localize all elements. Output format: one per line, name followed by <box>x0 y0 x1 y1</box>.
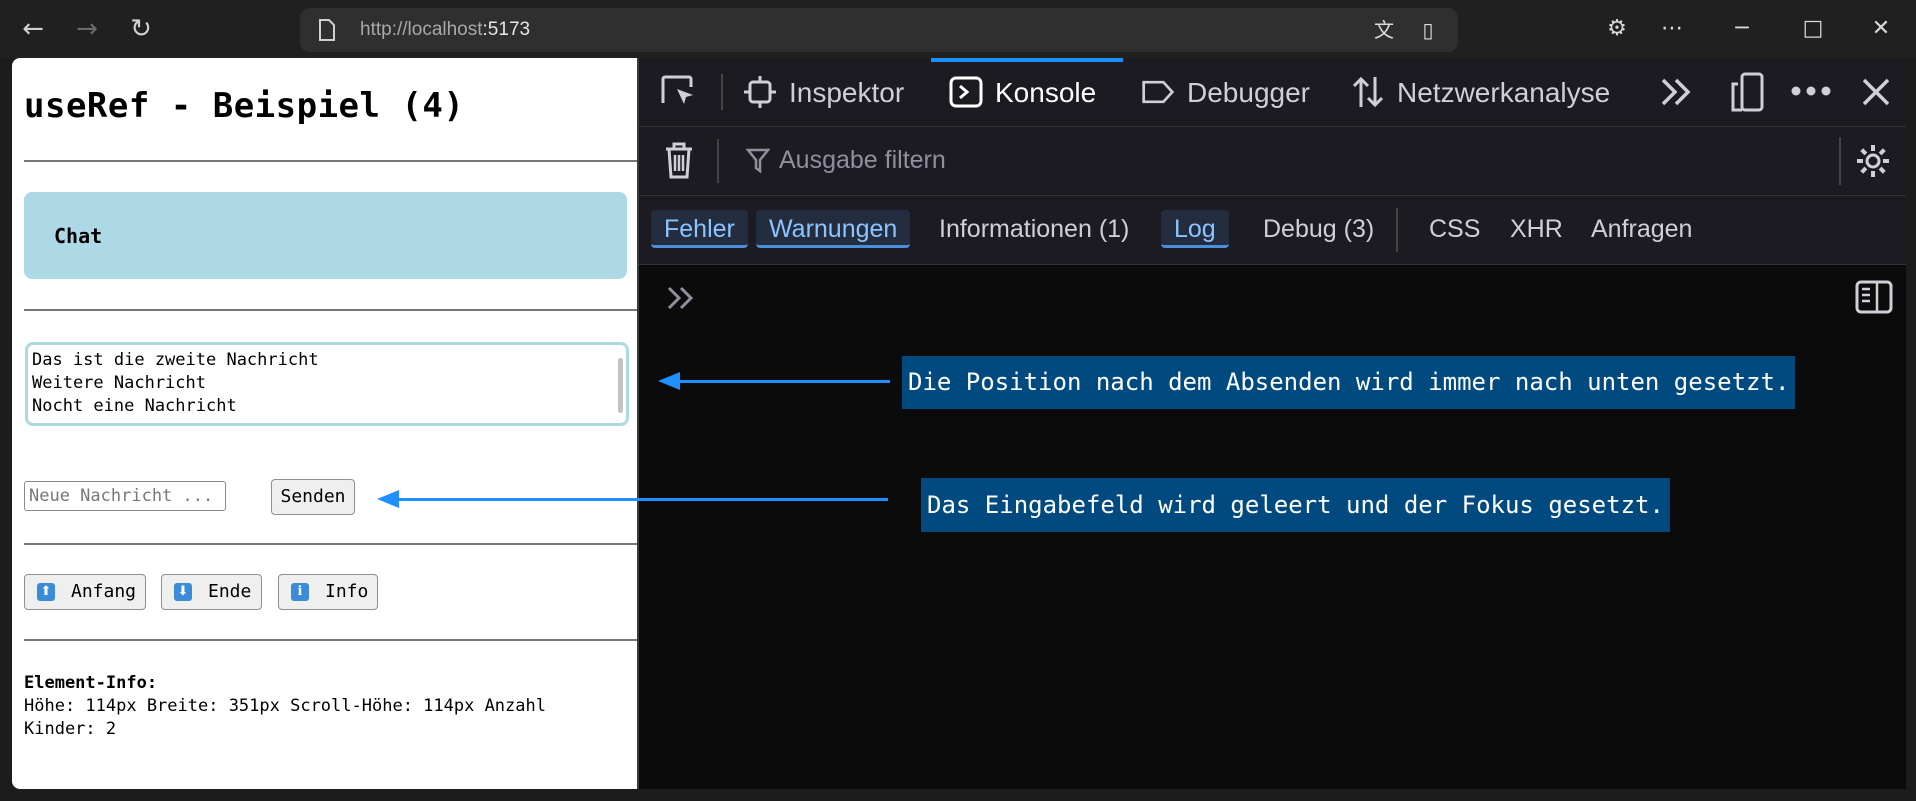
element-picker-icon[interactable] <box>659 73 699 111</box>
inspector-icon <box>744 75 776 108</box>
element-info: Element-Info: Höhe: 114px Breite: 351px … <box>24 672 546 741</box>
page-viewport: useRef - Beispiel (4) Chat Das ist die z… <box>12 58 637 789</box>
debugger-icon <box>1142 80 1175 103</box>
options-icon[interactable] <box>1791 85 1831 97</box>
filter-css[interactable]: CSS <box>1416 210 1493 248</box>
address-bar[interactable]: http://localhost:5173 文 ▯ <box>300 8 1458 52</box>
tab-debugger-label: Debugger <box>1187 77 1310 108</box>
settings-gear-icon[interactable] <box>1855 143 1891 179</box>
separator <box>721 74 723 110</box>
more-tabs-icon[interactable] <box>1659 75 1693 109</box>
filter-info[interactable]: Informationen (1) <box>926 210 1142 248</box>
annotation-note-1: Die Position nach dem Absenden wird imme… <box>902 356 1796 409</box>
devtools-tabbar: Inspektor Konsole Debugger Netzwerkanaly… <box>639 58 1906 127</box>
annotation-arrowhead <box>377 490 399 508</box>
console-prompt-icon[interactable] <box>666 284 698 312</box>
annotation-arrow <box>680 380 890 383</box>
element-info-heading: Element-Info: <box>24 673 158 693</box>
browser-window: ← → ↻ http://localhost:5173 文 ▯ ⚙ ⋯ ─ □ … <box>0 0 1916 801</box>
tab-inspector[interactable]: Inspektor <box>743 58 904 126</box>
minimize-icon[interactable]: ─ <box>1722 12 1762 46</box>
info-button-label: Info <box>325 581 369 602</box>
end-button[interactable]: ⬇ Ende <box>161 574 262 610</box>
back-icon[interactable]: ← <box>16 12 50 46</box>
translate-icon[interactable]: 文 <box>1370 16 1398 44</box>
console-toolbar: Ausgabe filtern <box>639 127 1906 196</box>
message-item: Das ist die zweite Nachricht <box>32 350 319 370</box>
reading-view-icon[interactable]: ▯ <box>1414 16 1442 44</box>
divider <box>24 309 637 311</box>
devtools-close-icon[interactable] <box>1861 77 1891 107</box>
trash-icon[interactable] <box>664 141 694 179</box>
page-icon <box>319 19 335 41</box>
maximize-icon[interactable]: □ <box>1793 12 1833 46</box>
tab-debugger[interactable]: Debugger <box>1141 58 1310 126</box>
filter-output-input[interactable]: Ausgabe filtern <box>779 146 946 175</box>
console-level-filters: Fehler Warnungen Informationen (1) Log D… <box>639 196 1906 265</box>
tab-console-label: Konsole <box>995 77 1097 108</box>
tab-network-label: Netzwerkanalyse <box>1397 77 1611 108</box>
divider <box>24 543 637 545</box>
divider <box>24 160 637 162</box>
element-info-line: Kinder: 2 <box>24 719 117 739</box>
filter-debug[interactable]: Debug (3) <box>1250 210 1387 248</box>
element-info-line: Höhe: 114px Breite: 351px Scroll-Höhe: 1… <box>24 696 546 716</box>
extensions-icon[interactable]: ⚙ <box>1597 12 1637 46</box>
page-title: useRef - Beispiel (4) <box>24 86 465 126</box>
browser-toolbar: ← → ↻ http://localhost:5173 文 ▯ ⚙ ⋯ ─ □ … <box>0 0 1916 58</box>
filter-icon <box>746 148 770 174</box>
message-item: Weitere Nachricht <box>32 373 206 393</box>
annotation-arrowhead <box>658 372 680 390</box>
separator <box>1396 208 1398 252</box>
forward-icon[interactable]: → <box>70 12 104 46</box>
network-icon <box>1352 76 1384 107</box>
chat-label: Chat <box>54 224 103 248</box>
chat-header: Chat <box>24 192 627 279</box>
start-button[interactable]: ⬆ Anfang <box>24 574 146 610</box>
divider <box>24 639 637 641</box>
filter-xhr[interactable]: XHR <box>1497 210 1576 248</box>
scrollbar[interactable] <box>618 358 623 413</box>
new-message-input[interactable]: Neue Nachricht ... <box>24 481 226 511</box>
responsive-mode-icon[interactable] <box>1729 72 1765 112</box>
info-icon: ℹ <box>291 583 309 601</box>
reload-icon[interactable]: ↻ <box>124 12 158 46</box>
filter-requests[interactable]: Anfragen <box>1578 210 1705 248</box>
devtools-panel: Inspektor Konsole Debugger Netzwerkanaly… <box>637 58 1906 789</box>
window-close-icon[interactable]: ✕ <box>1861 12 1901 46</box>
console-icon <box>949 76 983 108</box>
send-button[interactable]: Senden <box>271 479 355 515</box>
annotation-arrow <box>398 498 888 501</box>
tab-network[interactable]: Netzwerkanalyse <box>1351 58 1610 126</box>
tab-console[interactable]: Konsole <box>949 58 1096 126</box>
arrow-up-icon: ⬆ <box>37 583 55 601</box>
start-button-label: Anfang <box>71 581 137 602</box>
filter-errors[interactable]: Fehler <box>651 210 748 248</box>
arrow-down-icon: ⬇ <box>174 583 192 601</box>
separator <box>1839 137 1841 185</box>
sidebar-toggle-icon[interactable] <box>1855 280 1893 314</box>
end-button-label: Ende <box>208 581 252 602</box>
message-list[interactable]: Das ist die zweite Nachricht Weitere Nac… <box>25 342 629 426</box>
filter-log[interactable]: Log <box>1161 210 1229 248</box>
message-item: Nocht eine Nachricht <box>32 396 237 416</box>
url-text: http://localhost:5173 <box>360 19 531 40</box>
more-icon[interactable]: ⋯ <box>1652 12 1692 46</box>
info-button[interactable]: ℹ Info <box>278 574 378 610</box>
separator <box>717 139 719 183</box>
annotation-note-2: Das Eingabefeld wird geleert und der Fok… <box>921 478 1670 532</box>
filter-warnings[interactable]: Warnungen <box>756 210 911 248</box>
tab-inspector-label: Inspektor <box>789 77 905 108</box>
